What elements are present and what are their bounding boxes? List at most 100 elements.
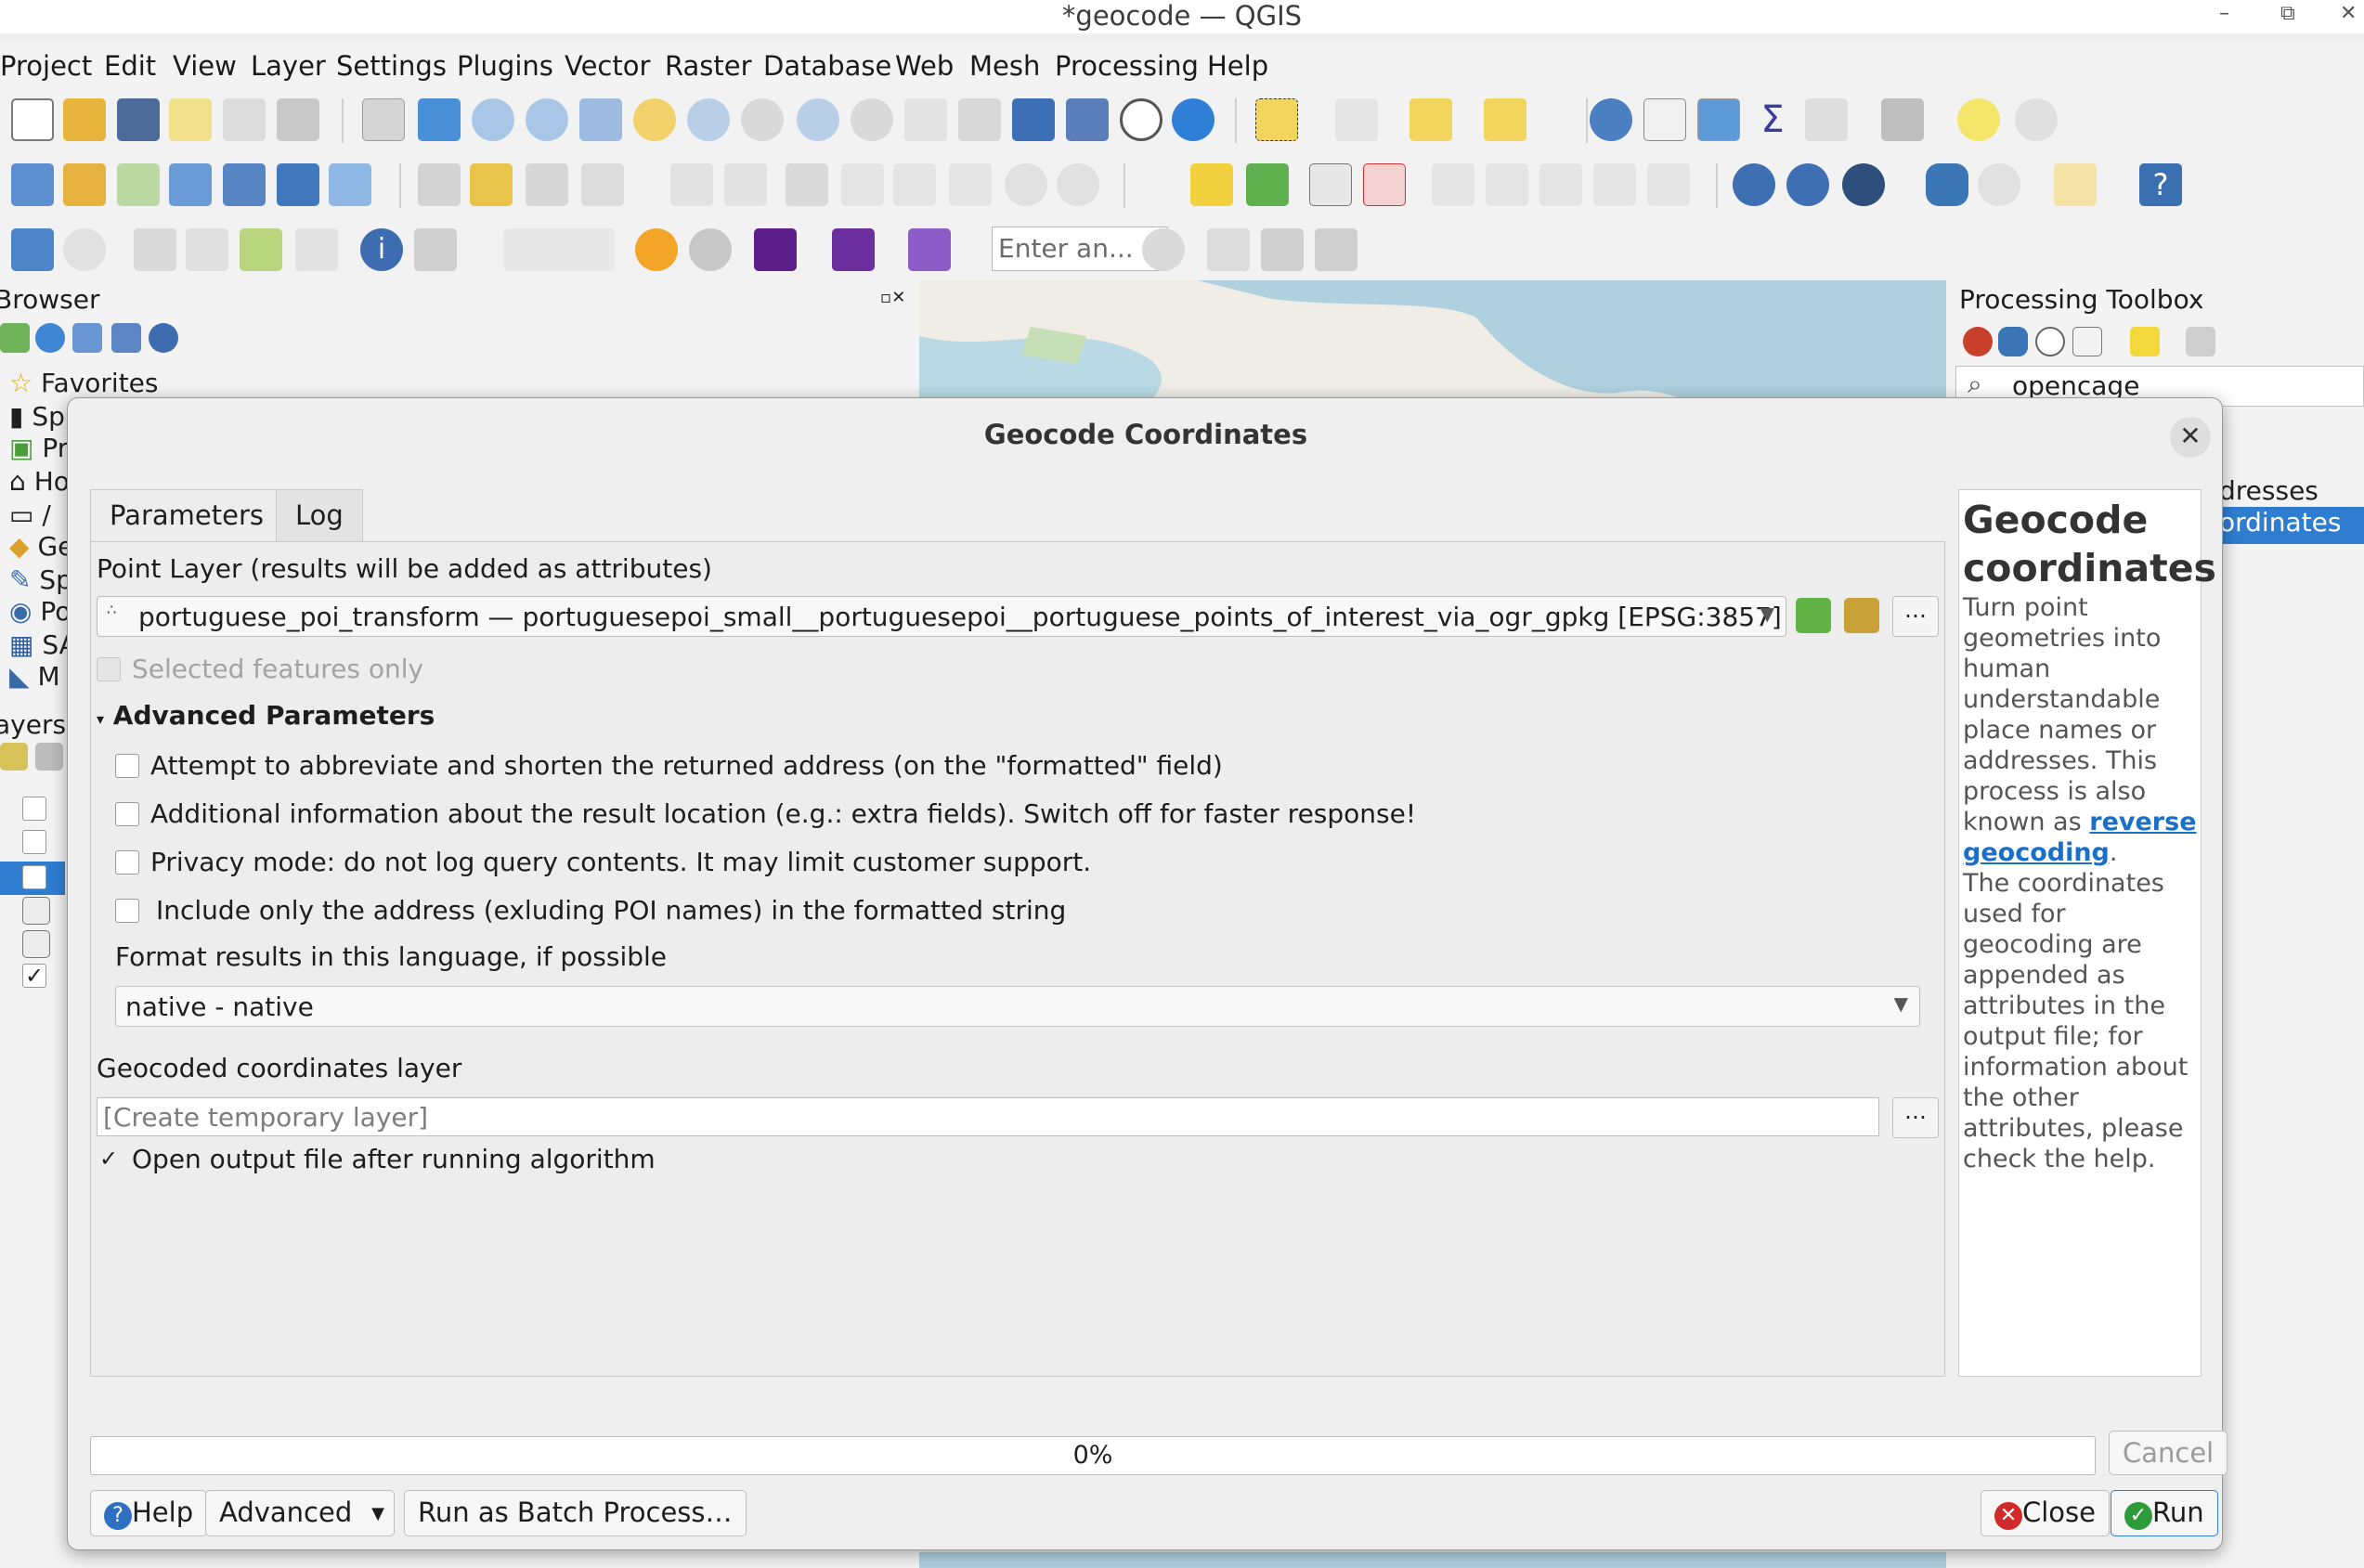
advanced-parameters-header[interactable]: ▾ Advanced Parameters xyxy=(97,700,435,731)
change-label-icon[interactable] xyxy=(1539,163,1582,206)
add-selected-icon[interactable] xyxy=(0,323,30,353)
collapse-all-icon[interactable] xyxy=(111,323,141,353)
locator-settings-icon[interactable] xyxy=(2015,98,2058,141)
browser-item-project-home[interactable]: ▣ Pr xyxy=(9,433,68,463)
zoom-to-layer-icon[interactable] xyxy=(687,98,730,141)
browser-info-icon[interactable] xyxy=(149,323,178,353)
identify-features-icon[interactable] xyxy=(1590,98,1632,141)
pan-to-selection-icon[interactable] xyxy=(418,98,461,141)
browser-item-mssql[interactable]: ◣ M xyxy=(9,661,60,692)
menu-plugins[interactable]: Plugins xyxy=(457,50,553,82)
add-mesh-icon[interactable] xyxy=(223,163,266,206)
output-layer-browse-button[interactable]: … xyxy=(1892,1097,1939,1138)
plugin-edit-icon[interactable] xyxy=(2054,163,2097,206)
select-features-icon[interactable] xyxy=(1255,98,1298,141)
dialog-close-icon[interactable]: ✕ xyxy=(2170,417,2211,458)
menu-processing[interactable]: Processing xyxy=(1055,50,1199,82)
selected-layer-row[interactable] xyxy=(0,862,65,895)
new-3d-map-icon[interactable] xyxy=(958,98,1001,141)
label-layer-icon[interactable] xyxy=(1190,163,1233,206)
layer-visibility-checkbox-2[interactable] xyxy=(22,830,46,854)
unpinned-labels-icon[interactable] xyxy=(1593,163,1636,206)
pan-map-icon[interactable] xyxy=(362,98,405,141)
copy-features-icon[interactable] xyxy=(893,163,936,206)
digitize-icon[interactable] xyxy=(418,163,461,206)
minimize-icon[interactable]: – xyxy=(2219,2,2229,25)
menu-edit[interactable]: Edit xyxy=(104,50,156,82)
add-virtual-layer-icon[interactable] xyxy=(277,163,319,206)
add-raster-icon[interactable] xyxy=(169,163,212,206)
toolbox-options-icon[interactable] xyxy=(2186,327,2215,356)
python-console-icon[interactable] xyxy=(1926,163,1968,206)
menu-vector[interactable]: Vector xyxy=(565,50,650,82)
add-wms-icon[interactable] xyxy=(329,163,371,206)
temporal-controller-icon[interactable] xyxy=(1120,98,1163,141)
add-group-icon[interactable] xyxy=(35,743,63,771)
toolbox-results-icon[interactable] xyxy=(2072,327,2102,356)
gear-disabled-icon[interactable] xyxy=(689,228,732,271)
rotate-label-icon[interactable] xyxy=(1486,163,1528,206)
web-search-icon[interactable] xyxy=(1786,163,1829,206)
crosshair-icon[interactable] xyxy=(63,228,106,271)
toolbox-result-geocode-coordinates[interactable]: ordinates xyxy=(2208,507,2364,544)
show-hide-labels-icon[interactable] xyxy=(1363,163,1406,206)
layout-manager-icon[interactable] xyxy=(223,98,266,141)
label-properties-icon[interactable] xyxy=(1647,163,1690,206)
layer-visibility-checkbox-3[interactable] xyxy=(22,865,46,889)
layer-visibility-checkbox-1[interactable] xyxy=(22,797,46,821)
tools-icon[interactable] xyxy=(1315,228,1357,271)
toolbox-python-icon[interactable] xyxy=(1998,327,2028,356)
help-button[interactable]: ? Help xyxy=(90,1490,208,1536)
layer-settings-wrench-icon[interactable] xyxy=(1844,598,1879,633)
modify-attributes-icon[interactable] xyxy=(724,163,767,206)
point-layer-browse-button[interactable]: … xyxy=(1892,596,1939,637)
open-project-icon[interactable] xyxy=(63,98,106,141)
snapping-icon[interactable] xyxy=(134,228,176,271)
zoom-to-selection-icon[interactable] xyxy=(633,98,676,141)
style-manager-icon[interactable] xyxy=(277,98,319,141)
abbreviate-checkbox[interactable] xyxy=(115,754,139,778)
toolbox-gear-icon[interactable] xyxy=(1963,327,1993,356)
help-query-icon[interactable] xyxy=(1261,228,1304,271)
language-combo[interactable]: native - native ▼ xyxy=(115,986,1920,1027)
browser-item-home[interactable]: ⌂ Ho xyxy=(9,466,70,497)
zoom-next-icon[interactable] xyxy=(851,98,893,141)
new-project-icon[interactable] xyxy=(11,98,54,141)
point-layer-combo[interactable]: ∴ portuguese_poi_transform — portuguesep… xyxy=(97,596,1786,637)
tab-parameters[interactable]: Parameters xyxy=(90,489,283,543)
show-bookmarks-icon[interactable] xyxy=(1066,98,1109,141)
privacy-mode-checkbox[interactable] xyxy=(115,850,139,875)
menu-raster[interactable]: Raster xyxy=(665,50,752,82)
zoom-last-icon[interactable] xyxy=(797,98,839,141)
select-by-location-icon[interactable] xyxy=(1484,98,1526,141)
sunflower-gear-icon[interactable] xyxy=(635,228,678,271)
select-by-value-icon[interactable] xyxy=(1335,98,1378,141)
menu-web[interactable]: Web xyxy=(895,50,954,82)
open-output-checkbox[interactable]: ✓ xyxy=(97,1147,121,1172)
pin-labels-icon[interactable] xyxy=(1309,163,1352,206)
diagram-icon[interactable] xyxy=(1246,163,1289,206)
purple-gear-icon[interactable] xyxy=(754,228,797,271)
help-contents-icon[interactable]: ? xyxy=(2139,163,2182,206)
web-globe-icon[interactable] xyxy=(1733,163,1775,206)
iterate-features-icon[interactable] xyxy=(1796,598,1831,633)
points-icon[interactable] xyxy=(240,228,282,271)
browser-favorites[interactable]: ☆ Favorites xyxy=(9,368,159,398)
deselect-all-icon[interactable] xyxy=(1409,98,1452,141)
additional-info-checkbox[interactable] xyxy=(115,802,139,826)
grid-icon[interactable] xyxy=(1207,228,1250,271)
globe-search-icon[interactable] xyxy=(1142,228,1185,271)
add-vector-icon[interactable] xyxy=(117,163,160,206)
close-window-icon[interactable]: ✕ xyxy=(2340,2,2357,25)
advanced-button[interactable]: Advanced ▼ xyxy=(205,1490,395,1536)
web-spy-icon[interactable] xyxy=(1842,163,1885,206)
selected-features-checkbox[interactable] xyxy=(97,657,121,681)
add-feature-icon[interactable] xyxy=(581,163,624,206)
toolbox-result-geocode-addresses[interactable]: dresses xyxy=(2219,475,2319,506)
vertex-tool-icon[interactable] xyxy=(670,163,713,206)
zoom-native-icon[interactable] xyxy=(741,98,784,141)
statistics-sigma-icon[interactable]: Σ xyxy=(1751,98,1794,141)
toolbox-history-icon[interactable] xyxy=(2035,327,2065,356)
menu-layer[interactable]: Layer xyxy=(251,50,326,82)
refresh-icon[interactable] xyxy=(1172,98,1214,141)
